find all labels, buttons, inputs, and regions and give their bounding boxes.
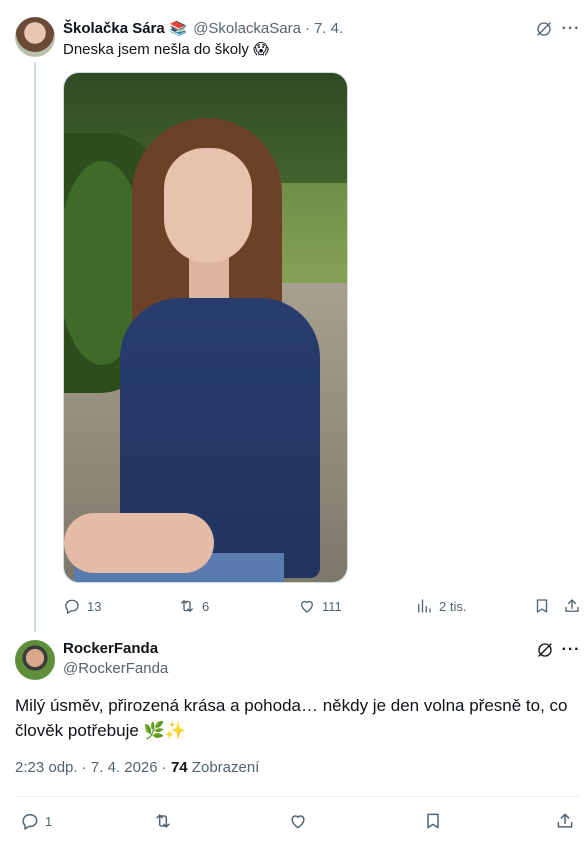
share-button[interactable] bbox=[563, 596, 581, 616]
grok-icon[interactable] bbox=[534, 19, 554, 39]
reply-author-handle[interactable]: @RockerFanda bbox=[63, 659, 168, 679]
reply-count: 13 bbox=[87, 598, 102, 614]
tweet-header: Školačka Sára 📚 @SkolackaSara · 7. 4. bbox=[63, 18, 343, 38]
author-badge-emoji: 📚 bbox=[169, 19, 188, 36]
reply-meta: 2:23 odp. · 7. 4. 2026 · 74 Zobrazení bbox=[15, 758, 259, 778]
heart-icon bbox=[301, 600, 313, 613]
reply-views-count: 74 bbox=[170, 759, 188, 776]
reply-action-bar: 1 bbox=[15, 810, 580, 832]
original-tweet[interactable]: Školačka Sára 📚 @SkolackaSara · 7. 4. ··… bbox=[0, 0, 588, 632]
reply-views-label: Zobrazení bbox=[187, 759, 260, 776]
author-name[interactable]: Školačka Sára bbox=[63, 20, 165, 37]
reply-tweet[interactable]: RockerFanda @RockerFanda ··· Milý úsměv,… bbox=[0, 630, 588, 845]
more-dots-icon[interactable]: ··· bbox=[561, 640, 581, 660]
tweet-action-bar: 13 6 111 2 tis. bbox=[63, 596, 583, 616]
header-separator: · bbox=[304, 19, 310, 37]
grok-icon[interactable] bbox=[535, 640, 555, 660]
like-button[interactable] bbox=[288, 810, 308, 832]
tweet-date[interactable]: 7. 4. bbox=[314, 20, 343, 37]
reply-text: Milý úsměv, přirozená krása a pohoda… ně… bbox=[15, 696, 568, 740]
views-button[interactable]: 2 tis. bbox=[415, 596, 466, 616]
author-handle[interactable]: @SkolackaSara bbox=[193, 20, 301, 37]
divider bbox=[15, 796, 580, 797]
bookmark-icon bbox=[427, 813, 439, 829]
author-avatar[interactable] bbox=[15, 17, 55, 57]
bookmark-button[interactable] bbox=[423, 810, 443, 832]
share-button[interactable] bbox=[555, 810, 575, 832]
reply-author-avatar[interactable] bbox=[15, 640, 55, 680]
heart-icon bbox=[291, 815, 305, 829]
bookmark-icon bbox=[536, 599, 548, 613]
more-dots-icon[interactable]: ··· bbox=[561, 19, 581, 39]
reply-timestamp[interactable]: 2:23 odp. · 7. 4. 2026 · bbox=[15, 759, 171, 776]
like-count: 111 bbox=[322, 598, 342, 614]
upload-share-icon bbox=[557, 813, 573, 828]
reply-author-name[interactable]: RockerFanda bbox=[63, 639, 158, 659]
speech-bubble-icon bbox=[65, 599, 79, 614]
reply-button[interactable]: 13 bbox=[63, 596, 101, 616]
views-count: 2 tis. bbox=[439, 598, 467, 614]
photo-person-arms bbox=[64, 513, 214, 573]
reply-button[interactable]: 1 bbox=[20, 810, 52, 832]
bookmark-button[interactable] bbox=[533, 596, 551, 616]
reply-count: 1 bbox=[45, 813, 53, 829]
tweet-text: Dneska jsem nešla do školy 😱 bbox=[63, 41, 269, 58]
like-button[interactable]: 111 bbox=[298, 596, 342, 616]
photo-person-face bbox=[164, 148, 252, 263]
retweet-button[interactable] bbox=[153, 810, 173, 832]
retweet-count: 6 bbox=[202, 598, 210, 614]
retweet-arrows-icon bbox=[156, 814, 170, 828]
upload-share-icon bbox=[565, 599, 579, 612]
thread-connector-line bbox=[34, 62, 36, 632]
retweet-arrows-icon bbox=[181, 600, 193, 612]
retweet-button[interactable]: 6 bbox=[178, 596, 209, 616]
tweet-photo[interactable] bbox=[63, 72, 348, 583]
bar-chart-icon bbox=[418, 599, 431, 613]
speech-bubble-icon bbox=[22, 814, 38, 830]
